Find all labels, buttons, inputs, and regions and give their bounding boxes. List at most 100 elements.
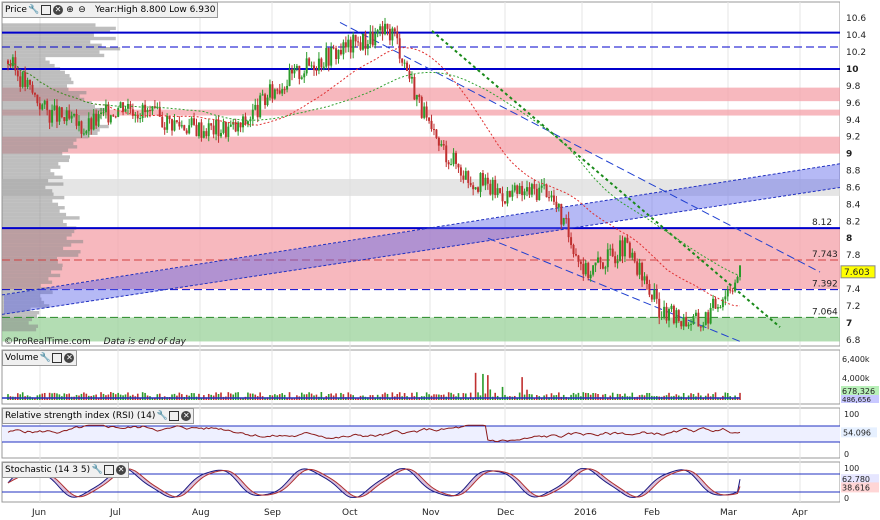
candle-body (386, 23, 389, 29)
zoom-out-icon[interactable]: ⊖ (77, 5, 87, 15)
volume-bar (381, 394, 384, 400)
candle-body (420, 97, 423, 118)
volume-bar (726, 392, 729, 400)
candle-body (442, 144, 445, 146)
wrench-icon[interactable]: 🔧 (40, 353, 51, 363)
profile-bar (2, 239, 84, 244)
candle-body (594, 262, 597, 266)
wrench-icon[interactable]: 🔧 (91, 465, 102, 475)
volume-bar (425, 392, 428, 400)
candle-body (565, 218, 568, 220)
close-icon[interactable]: ✕ (64, 353, 75, 363)
volume-bar (51, 393, 53, 400)
candle-body (337, 49, 340, 60)
volume-bar (156, 394, 159, 400)
volume-bar (484, 393, 487, 400)
volume-bar (624, 393, 626, 400)
volume-bar (594, 393, 597, 400)
candle-body (48, 110, 51, 123)
candle-body (24, 72, 27, 87)
volume-bar (249, 393, 252, 400)
x-tick-label: Apr (792, 508, 808, 518)
y-tick-label: 9.2 (846, 133, 860, 143)
candle-body (450, 164, 453, 166)
candle-body (180, 125, 183, 127)
x-tick-label: 2016 (574, 508, 597, 518)
window-icon[interactable] (52, 353, 63, 363)
candle-body (364, 33, 367, 49)
volume-bar (469, 392, 472, 400)
y-tick-label: 10.6 (846, 14, 866, 24)
profile-bar (2, 202, 59, 207)
volume-bar (403, 393, 406, 400)
candle-body (432, 129, 435, 131)
candle-body (477, 187, 480, 192)
volume-bar (592, 393, 594, 400)
candle-body (518, 185, 521, 194)
volume-bar (330, 393, 332, 400)
volume-bar (494, 392, 496, 400)
volume-bar (707, 393, 709, 400)
volume-bar (68, 393, 71, 400)
candle-body (68, 110, 71, 119)
volume-bar (611, 392, 614, 400)
volume-bar (259, 392, 261, 400)
profile-bar (2, 233, 72, 237)
candle-body (276, 89, 279, 91)
window-icon[interactable] (169, 411, 180, 421)
rsi-band (2, 426, 840, 442)
candle-body (183, 125, 186, 131)
candle-body (376, 30, 379, 34)
candle-body (543, 184, 546, 186)
chart-window: Jun Jul Aug Sep Oct Nov Dec 2016 Feb Mar Apr 10.6 10… (0, 0, 880, 520)
candle-body (36, 94, 39, 104)
candle-body (672, 305, 675, 324)
volume-bar (416, 392, 418, 400)
window-icon[interactable] (104, 465, 115, 475)
candle-body (623, 237, 626, 257)
profile-bar (2, 36, 116, 41)
candle-body (584, 263, 587, 275)
profile-bar (2, 216, 80, 220)
wrench-icon[interactable]: 🔧 (157, 411, 168, 421)
candle-body (670, 305, 673, 310)
candle-body (119, 102, 122, 109)
candle-body (712, 298, 715, 308)
zoom-in-icon[interactable]: ⊕ (65, 5, 75, 15)
candle-body (227, 126, 230, 137)
candle-body (601, 262, 604, 269)
candle-body (513, 185, 516, 191)
candle-body (633, 252, 636, 262)
volume-bar (692, 394, 695, 400)
y-tick-label: 8.6 (846, 183, 861, 193)
volume-bar (384, 392, 386, 400)
candle-body (288, 69, 291, 86)
rsi-axis-label: 100 (844, 410, 859, 419)
close-icon[interactable]: ✕ (52, 5, 63, 15)
y-tick-label: 7.2 (846, 302, 860, 312)
rsi-axis-label: 0 (844, 450, 849, 459)
profile-bar (2, 128, 100, 132)
volume-bar (482, 373, 484, 400)
volume-bar (433, 394, 435, 400)
candle-body (215, 119, 218, 135)
profile-bar (2, 47, 121, 51)
y-tick-label: 9 (846, 150, 852, 160)
candle-body (388, 28, 391, 41)
volume-bar (450, 392, 452, 400)
close-icon[interactable]: ✕ (181, 411, 192, 421)
candle-body (122, 102, 125, 112)
candle-body (731, 290, 734, 292)
wrench-icon[interactable]: 🔧 (28, 5, 39, 15)
candle-body (259, 95, 262, 118)
candle-body (697, 312, 700, 327)
profile-bar (2, 50, 100, 54)
candle-body (570, 237, 573, 245)
candle-body (261, 94, 264, 96)
window-icon[interactable] (40, 5, 51, 15)
candle-body (418, 94, 421, 98)
candle-body (496, 188, 499, 195)
candle-body (694, 312, 697, 317)
close-icon[interactable]: ✕ (116, 465, 127, 475)
x-tick-label: Oct (342, 508, 358, 518)
